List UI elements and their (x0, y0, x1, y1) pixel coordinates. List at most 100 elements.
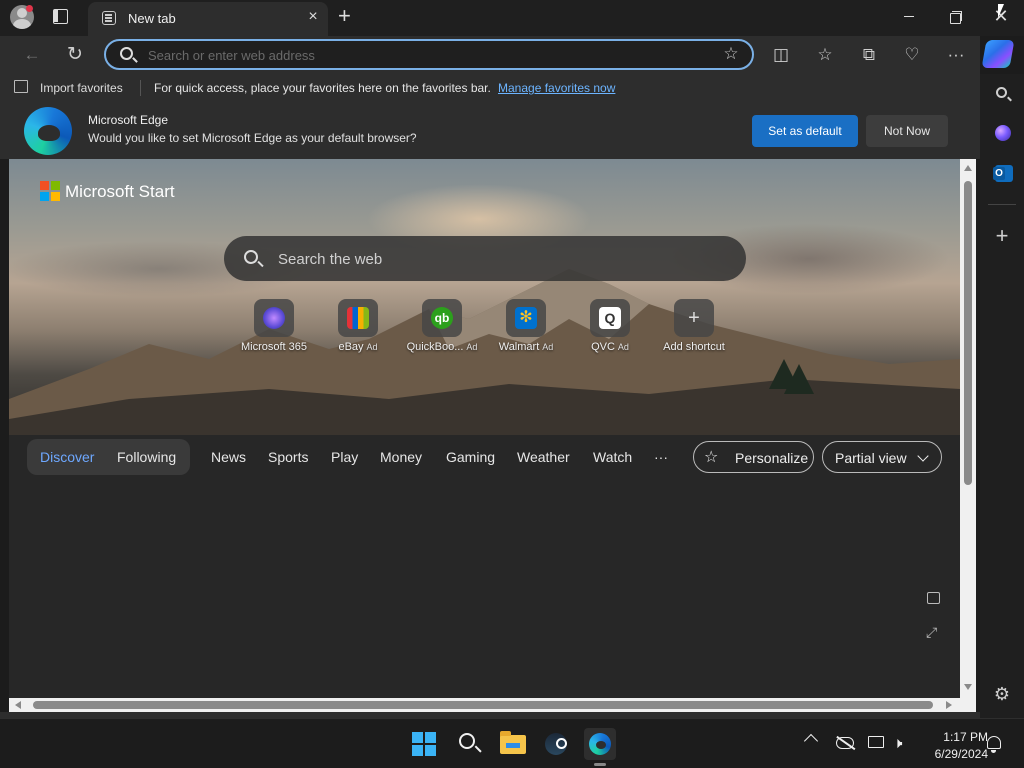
background-image-icon[interactable] (927, 592, 940, 604)
tab-news[interactable]: News (211, 449, 246, 465)
scroll-down-arrow-icon[interactable] (964, 684, 972, 690)
address-input[interactable] (148, 45, 708, 65)
web-search-input[interactable] (278, 248, 718, 270)
tab-watch[interactable]: Watch (593, 449, 632, 465)
banner-title: Microsoft Edge (88, 113, 169, 127)
quickbooks-icon: qb (431, 307, 453, 329)
start-button[interactable] (408, 728, 440, 760)
shortcut-quickbooks[interactable]: qb QuickBoo... Ad (400, 299, 484, 359)
restore-button[interactable] (940, 6, 970, 28)
split-screen-icon[interactable]: ◫ (769, 43, 793, 67)
tab-weather[interactable]: Weather (517, 449, 570, 465)
tab-money[interactable]: Money (380, 449, 422, 465)
windows-taskbar: 🕨 1:17 PM 6/29/2024 (0, 718, 1024, 768)
chevron-down-icon (917, 450, 929, 462)
scrollbar-corner (960, 698, 976, 712)
onedrive-offline-icon[interactable] (836, 737, 854, 749)
add-favorite-icon[interactable]: ☆ (720, 44, 742, 66)
navigation-toolbar: ← ↻ ☆ ◫ ☆ ⧉ ♡ ··· (0, 36, 980, 74)
collections-icon[interactable]: ⧉ (857, 43, 881, 67)
notifications-bell-icon[interactable] (987, 736, 1001, 753)
microsoft-365-icon (263, 307, 285, 329)
address-bar[interactable]: ☆ (104, 39, 754, 70)
running-app-indicator (594, 763, 606, 766)
shortcut-label: QuickBoo... Ad (406, 341, 478, 353)
favorites-bar: Import favorites For quick access, place… (0, 74, 980, 102)
set-as-default-button[interactable]: Set as default (752, 115, 858, 147)
refresh-icon[interactable]: ↻ (63, 43, 87, 67)
shortcut-tile: qb (422, 299, 462, 337)
volume-muted-icon[interactable]: 🕨 (893, 735, 902, 752)
title-bar: New tab × + ✕ (0, 0, 1024, 36)
edge-sidebar: + ⚙ (980, 74, 1024, 718)
tab-gaming[interactable]: Gaming (446, 449, 495, 465)
taskbar-edge-icon[interactable] (584, 728, 616, 760)
shortcut-microsoft-365[interactable]: Microsoft 365 (232, 299, 316, 359)
scroll-right-arrow-icon[interactable] (946, 701, 952, 709)
horizontal-scroll-thumb[interactable] (33, 701, 933, 709)
not-now-button[interactable]: Not Now (866, 115, 948, 147)
favorites-icon[interactable]: ☆ (813, 43, 837, 67)
vertical-scroll-thumb[interactable] (964, 181, 972, 485)
tab-play[interactable]: Play (331, 449, 358, 465)
steam-icon[interactable] (540, 728, 572, 760)
sidebar-settings-icon[interactable]: ⚙ (988, 680, 1016, 708)
horizontal-scrollbar[interactable] (9, 698, 960, 712)
browser-essentials-icon[interactable]: ♡ (900, 43, 924, 67)
view-mode-label: Partial view (835, 450, 907, 466)
edge-logo-icon (24, 107, 72, 155)
feed-nav-bar: Discover Following News Sports Play Mone… (9, 435, 960, 481)
shortcut-label: Microsoft 365 (240, 341, 308, 353)
file-explorer-icon[interactable] (497, 728, 529, 760)
scroll-left-arrow-icon[interactable] (15, 701, 21, 709)
shortcut-ebay[interactable]: eBay Ad (316, 299, 400, 359)
tab-following[interactable]: Following (117, 449, 176, 465)
taskbar-search-icon[interactable] (453, 728, 485, 760)
clock-date[interactable]: 6/29/2024 (922, 747, 988, 761)
shortcut-add[interactable]: + Add shortcut (652, 299, 736, 359)
background-image: Microsoft Start Microsoft 365 eBayAd qb … (9, 159, 960, 435)
shortcut-tile (338, 299, 378, 337)
tab-sports[interactable]: Sports (268, 449, 308, 465)
sidebar-add-icon[interactable]: + (988, 222, 1016, 250)
shortcut-qvc[interactable]: Q QVC Ad (568, 299, 652, 359)
close-tab-icon[interactable]: × (304, 8, 322, 26)
search-icon (120, 47, 133, 60)
manage-favorites-link[interactable]: Manage favorites now (498, 81, 615, 95)
microsoft-start-label: Microsoft Start (65, 182, 175, 201)
vertical-scrollbar[interactable] (960, 159, 976, 698)
more-tabs-icon[interactable]: ··· (654, 449, 668, 465)
clock-time[interactable]: 1:17 PM (938, 730, 988, 744)
favorites-bar-message: For quick access, place your favorites h… (154, 81, 491, 95)
scroll-up-arrow-icon[interactable] (964, 165, 972, 171)
back-arrow-icon[interactable]: ← (20, 43, 44, 67)
import-favorites-button[interactable]: Import favorites (40, 81, 123, 95)
microsoft-logo-icon (40, 181, 60, 201)
more-options-icon[interactable]: ··· (944, 43, 968, 67)
expand-icon[interactable]: ⤢ (926, 624, 937, 641)
import-favorites-icon (14, 80, 28, 93)
view-mode-dropdown[interactable]: Partial view (822, 441, 942, 473)
default-browser-banner: Microsoft Edge Would you like to set Mic… (0, 102, 980, 159)
shortcut-walmart[interactable]: ✻ Walmart Ad (484, 299, 568, 359)
favorites-divider (140, 80, 141, 96)
new-tab-button[interactable]: + (338, 3, 351, 29)
network-icon[interactable] (868, 736, 884, 748)
show-hidden-icons-chevron-icon[interactable] (803, 733, 819, 749)
tab-actions-icon[interactable] (53, 9, 68, 24)
sidebar-copilot-icon[interactable] (988, 120, 1016, 148)
copilot-icon[interactable] (981, 40, 1015, 68)
tab-new-tab[interactable]: New tab × (88, 2, 328, 36)
shortcut-tile: + (674, 299, 714, 337)
tab-discover[interactable]: Discover (40, 449, 94, 465)
web-search-box[interactable] (224, 236, 746, 281)
personalize-button[interactable]: ☆ Personalize (693, 441, 814, 473)
sidebar-outlook-icon[interactable] (988, 160, 1016, 188)
mouse-cursor (998, 4, 1004, 18)
shortcut-tile: ✻ (506, 299, 546, 337)
sidebar-divider (988, 204, 1016, 205)
shortcut-label: Add shortcut (663, 341, 725, 353)
minimize-button[interactable] (894, 6, 924, 28)
sidebar-search-icon[interactable] (988, 80, 1016, 108)
shortcut-label: Walmart Ad (498, 341, 554, 353)
